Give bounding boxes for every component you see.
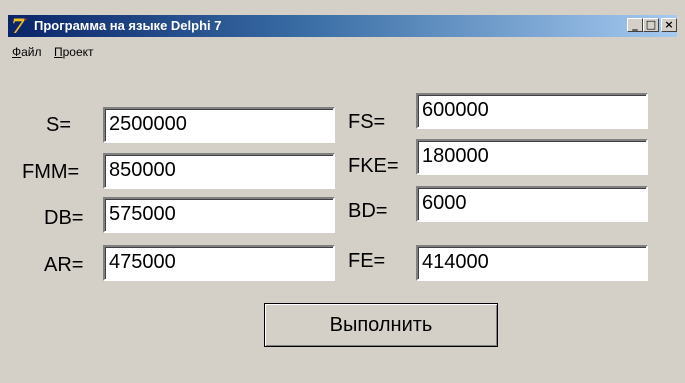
input-fe[interactable]: 414000 [416, 245, 648, 281]
input-fs[interactable]: 600000 [416, 93, 648, 129]
menu-project-rest: роект [62, 45, 94, 59]
run-button[interactable]: Выполнить [264, 303, 498, 347]
input-fmm[interactable]: 850000 [103, 153, 335, 189]
label-fe: FE= [348, 250, 386, 272]
input-fke[interactable]: 180000 [416, 139, 648, 175]
label-s: S= [46, 114, 72, 136]
title-bar[interactable]: 7ˊ Программа на языке Delphi 7 _ □ × [8, 15, 677, 37]
menu-project[interactable]: Проект [54, 45, 94, 59]
maximize-button[interactable]: □ [643, 18, 659, 32]
menu-project-mnemonic: П [54, 45, 63, 59]
label-bd: BD= [348, 200, 388, 222]
input-db[interactable]: 575000 [103, 197, 335, 233]
close-button[interactable]: × [661, 18, 677, 32]
menu-file-rest: айл [21, 45, 42, 59]
label-fke: FKE= [348, 155, 399, 177]
window-title: Программа на языке Delphi 7 [34, 18, 222, 33]
input-ar[interactable]: 475000 [103, 245, 335, 281]
label-ar: AR= [44, 254, 84, 276]
input-bd[interactable]: 6000 [416, 186, 648, 222]
input-s[interactable]: 2500000 [103, 107, 335, 143]
app-window: 7ˊ Программа на языке Delphi 7 _ □ × Фай… [0, 0, 685, 383]
label-fmm: FMM= [22, 161, 80, 183]
minimize-button[interactable]: _ [627, 18, 643, 32]
label-fs: FS= [348, 111, 386, 133]
label-db: DB= [44, 207, 84, 229]
delphi-7-icon: 7ˊ [11, 14, 28, 38]
menu-file-mnemonic: Ф [12, 45, 22, 59]
menu-file[interactable]: Файл [12, 45, 42, 59]
